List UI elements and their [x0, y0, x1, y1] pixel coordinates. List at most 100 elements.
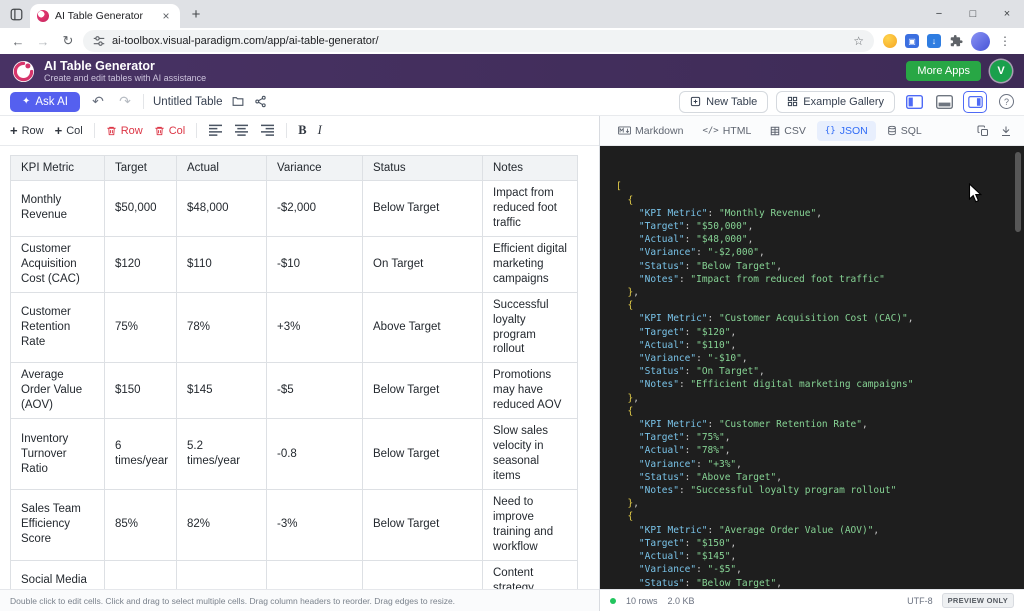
table-cell[interactable]: Below Target	[363, 560, 483, 589]
browser-tab[interactable]: AI Table Generator ×	[30, 4, 180, 28]
table-cell[interactable]: $120	[105, 236, 177, 292]
more-apps-button[interactable]: More Apps	[906, 61, 981, 81]
tab-json[interactable]: {} JSON	[817, 121, 876, 141]
example-gallery-button[interactable]: Example Gallery	[776, 91, 895, 113]
url-input[interactable]: ai-toolbox.visual-paradigm.com/app/ai-ta…	[83, 30, 874, 52]
tab-sql[interactable]: SQL	[879, 121, 930, 141]
tab-close-icon[interactable]: ×	[159, 9, 173, 23]
table-cell[interactable]: -3%	[267, 489, 363, 560]
browser-menu-icon[interactable]: ⋮	[998, 34, 1012, 48]
share-icon[interactable]	[254, 95, 267, 108]
reload-icon[interactable]: ↻	[58, 31, 78, 51]
table-cell[interactable]: Below Target	[363, 363, 483, 419]
forward-icon[interactable]: →	[33, 31, 53, 51]
table-cell[interactable]: -$5	[267, 363, 363, 419]
table-cell[interactable]: Below Target	[363, 489, 483, 560]
document-title[interactable]: Untitled Table	[153, 96, 222, 108]
json-preview[interactable]: [ { "KPI Metric": "Monthly Revenue", "Ta…	[600, 146, 1024, 589]
new-table-button[interactable]: New Table	[679, 91, 768, 113]
bookmark-star-icon[interactable]: ☆	[853, 34, 864, 48]
undo-icon[interactable]: ↶	[89, 93, 107, 110]
table-cell[interactable]: -0.8	[267, 419, 363, 490]
user-avatar[interactable]: V	[990, 60, 1012, 82]
layout-left-toggle[interactable]	[903, 92, 925, 112]
table-cell[interactable]: 4.0%	[177, 560, 267, 589]
minimize-icon[interactable]: −	[922, 0, 956, 28]
column-header[interactable]: Notes	[483, 156, 578, 181]
new-tab-button[interactable]: +	[184, 2, 208, 26]
trash-icon	[106, 125, 117, 137]
table-cell[interactable]: 4.5%	[105, 560, 177, 589]
code-scrollbar[interactable]	[1015, 152, 1021, 232]
help-icon[interactable]: ?	[999, 94, 1014, 109]
open-folder-icon[interactable]	[231, 95, 245, 108]
align-right-icon[interactable]	[260, 124, 275, 137]
table-cell[interactable]: Need to improve training and workflow	[483, 489, 578, 560]
column-header[interactable]: Actual	[177, 156, 267, 181]
table-cell[interactable]: +3%	[267, 292, 363, 363]
extension-yellow-icon[interactable]	[883, 34, 897, 48]
delete-col-label: Col	[169, 125, 186, 137]
delete-row-button[interactable]: Row	[106, 125, 143, 137]
table-cell[interactable]: 85%	[105, 489, 177, 560]
delete-col-button[interactable]: Col	[154, 125, 186, 137]
puzzle-extensions-icon[interactable]	[949, 34, 963, 48]
table-cell[interactable]: $145	[177, 363, 267, 419]
bold-button[interactable]: B	[298, 123, 306, 138]
column-header[interactable]: Status	[363, 156, 483, 181]
add-col-button[interactable]: + Col	[55, 124, 83, 137]
table-cell[interactable]: 5.2 times/year	[177, 419, 267, 490]
table-cell[interactable]: Monthly Revenue	[11, 181, 105, 237]
table-cell[interactable]: Sales Team Efficiency Score	[11, 489, 105, 560]
table-cell[interactable]: 82%	[177, 489, 267, 560]
italic-button[interactable]: I	[318, 123, 322, 138]
table-cell[interactable]: $48,000	[177, 181, 267, 237]
tab-html[interactable]: </> HTML	[694, 121, 759, 141]
add-row-button[interactable]: + Row	[10, 124, 44, 137]
table-cell[interactable]: -$2,000	[267, 181, 363, 237]
back-icon[interactable]: ←	[8, 31, 28, 51]
table-cell[interactable]: Successful loyalty program rollout	[483, 292, 578, 363]
table-cell[interactable]: $110	[177, 236, 267, 292]
table-cell[interactable]: 6 times/year	[105, 419, 177, 490]
table-cell[interactable]: Promotions may have reduced AOV	[483, 363, 578, 419]
table-cell[interactable]: Impact from reduced foot traffic	[483, 181, 578, 237]
close-icon[interactable]: ×	[990, 0, 1024, 28]
maximize-icon[interactable]: □	[956, 0, 990, 28]
extension-download-icon[interactable]: ↓	[927, 34, 941, 48]
table-cell[interactable]: Content strategy needs refinement	[483, 560, 578, 589]
table-cell[interactable]: Customer Retention Rate	[11, 292, 105, 363]
layout-bottom-toggle[interactable]	[933, 92, 955, 112]
table-cell[interactable]: $50,000	[105, 181, 177, 237]
table-cell[interactable]: On Target	[363, 236, 483, 292]
column-header[interactable]: KPI Metric	[11, 156, 105, 181]
extension-blue-icon[interactable]: ▣	[905, 34, 919, 48]
table-cell[interactable]: Below Target	[363, 419, 483, 490]
tab-markdown[interactable]: Markdown	[610, 121, 691, 141]
copy-icon[interactable]	[977, 125, 989, 137]
tab-layout-icon[interactable]	[6, 4, 26, 24]
tab-csv[interactable]: CSV	[762, 121, 814, 141]
profile-avatar[interactable]	[971, 32, 990, 51]
column-header[interactable]: Variance	[267, 156, 363, 181]
table-cell[interactable]: Below Target	[363, 181, 483, 237]
table-cell[interactable]: Slow sales velocity in seasonal items	[483, 419, 578, 490]
table-cell[interactable]: Social Media Engagement Rate	[11, 560, 105, 589]
ask-ai-button[interactable]: ✦ Ask AI	[10, 92, 80, 112]
align-center-icon[interactable]	[234, 124, 249, 137]
table-cell[interactable]: -$10	[267, 236, 363, 292]
table-cell[interactable]: Above Target	[363, 292, 483, 363]
table-cell[interactable]: Inventory Turnover Ratio	[11, 419, 105, 490]
table-cell[interactable]: Efficient digital marketing campaigns	[483, 236, 578, 292]
table-cell[interactable]: -0.5%	[267, 560, 363, 589]
table-cell[interactable]: 78%	[177, 292, 267, 363]
table-cell[interactable]: Customer Acquisition Cost (CAC)	[11, 236, 105, 292]
align-left-icon[interactable]	[208, 124, 223, 137]
download-icon[interactable]	[1000, 125, 1012, 137]
column-header[interactable]: Target	[105, 156, 177, 181]
redo-icon[interactable]: ↷	[116, 93, 134, 110]
layout-right-toggle[interactable]	[963, 91, 987, 113]
table-cell[interactable]: Average Order Value (AOV)	[11, 363, 105, 419]
table-cell[interactable]: $150	[105, 363, 177, 419]
table-cell[interactable]: 75%	[105, 292, 177, 363]
